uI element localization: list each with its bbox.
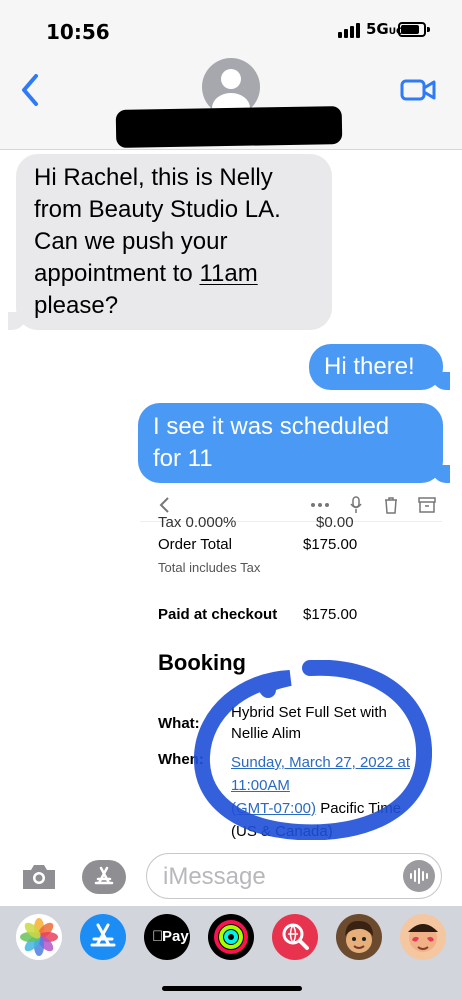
battery-icon bbox=[398, 22, 430, 37]
app-store-icon bbox=[94, 866, 114, 885]
message-line: for 11 bbox=[153, 445, 213, 472]
tax-note: Total includes Tax bbox=[158, 560, 261, 575]
message-line: from Beauty Studio LA. bbox=[34, 196, 281, 223]
facetime-video-icon[interactable] bbox=[400, 78, 436, 102]
audio-message-button[interactable] bbox=[403, 860, 435, 892]
message-line: Hi Rachel, this is Nelly bbox=[34, 164, 273, 191]
order-total-value: $175.00 bbox=[303, 536, 358, 553]
incoming-message[interactable]: Hi Rachel, this is Nelly from Beauty Stu… bbox=[16, 154, 332, 330]
compose-bar: iMessage bbox=[0, 850, 462, 906]
status-bar: 10:56 5GUC bbox=[0, 0, 462, 52]
trash-icon bbox=[385, 497, 397, 514]
input-placeholder: iMessage bbox=[163, 863, 266, 890]
message-line: appointment to 11am bbox=[34, 260, 258, 287]
cellular-signal-icon bbox=[338, 22, 362, 38]
redacted-contact-name bbox=[115, 106, 343, 148]
message-line: I see it was scheduled bbox=[153, 413, 390, 440]
time-data-detector-link[interactable]: 11am bbox=[199, 260, 257, 287]
app-drawer-button[interactable] bbox=[82, 860, 126, 894]
message-line: please? bbox=[34, 292, 119, 319]
attached-screenshot[interactable]: Tax 0.000% $0.00 Order Total $175.00 Tot… bbox=[140, 486, 442, 850]
home-indicator[interactable] bbox=[162, 986, 302, 991]
waveform-icon bbox=[410, 868, 428, 884]
apple-pay-icon[interactable]: Pay bbox=[144, 914, 190, 960]
outgoing-message[interactable]: Hi there! bbox=[309, 344, 443, 390]
tax-value: $0.00 bbox=[316, 514, 354, 531]
imessage-input[interactable]: iMessage bbox=[146, 853, 442, 899]
memoji-2-icon[interactable] bbox=[400, 914, 446, 960]
camera-icon[interactable] bbox=[20, 862, 58, 892]
back-chevron-icon bbox=[159, 497, 169, 513]
app-store-icon[interactable] bbox=[80, 914, 126, 960]
status-time: 10:56 bbox=[46, 20, 110, 44]
conversation-header bbox=[0, 52, 462, 150]
photos-icon[interactable] bbox=[16, 914, 62, 960]
more-dots-icon bbox=[311, 503, 329, 507]
fitness-icon[interactable] bbox=[208, 914, 254, 960]
order-total-label: Order Total bbox=[158, 536, 232, 553]
search-web-icon[interactable] bbox=[272, 914, 318, 960]
archive-icon bbox=[418, 497, 436, 513]
hand-drawn-circle-annotation bbox=[193, 660, 432, 840]
back-chevron-icon[interactable] bbox=[18, 72, 42, 108]
tax-label: Tax 0.000% bbox=[158, 514, 237, 531]
message-line: Can we push your bbox=[34, 228, 228, 255]
paid-value: $175.00 bbox=[303, 606, 358, 623]
paid-label: Paid at checkout bbox=[158, 606, 278, 623]
microphone-icon bbox=[350, 496, 362, 513]
memoji-icon[interactable] bbox=[336, 914, 382, 960]
outgoing-message[interactable]: I see it was scheduled for 11 bbox=[138, 403, 443, 483]
